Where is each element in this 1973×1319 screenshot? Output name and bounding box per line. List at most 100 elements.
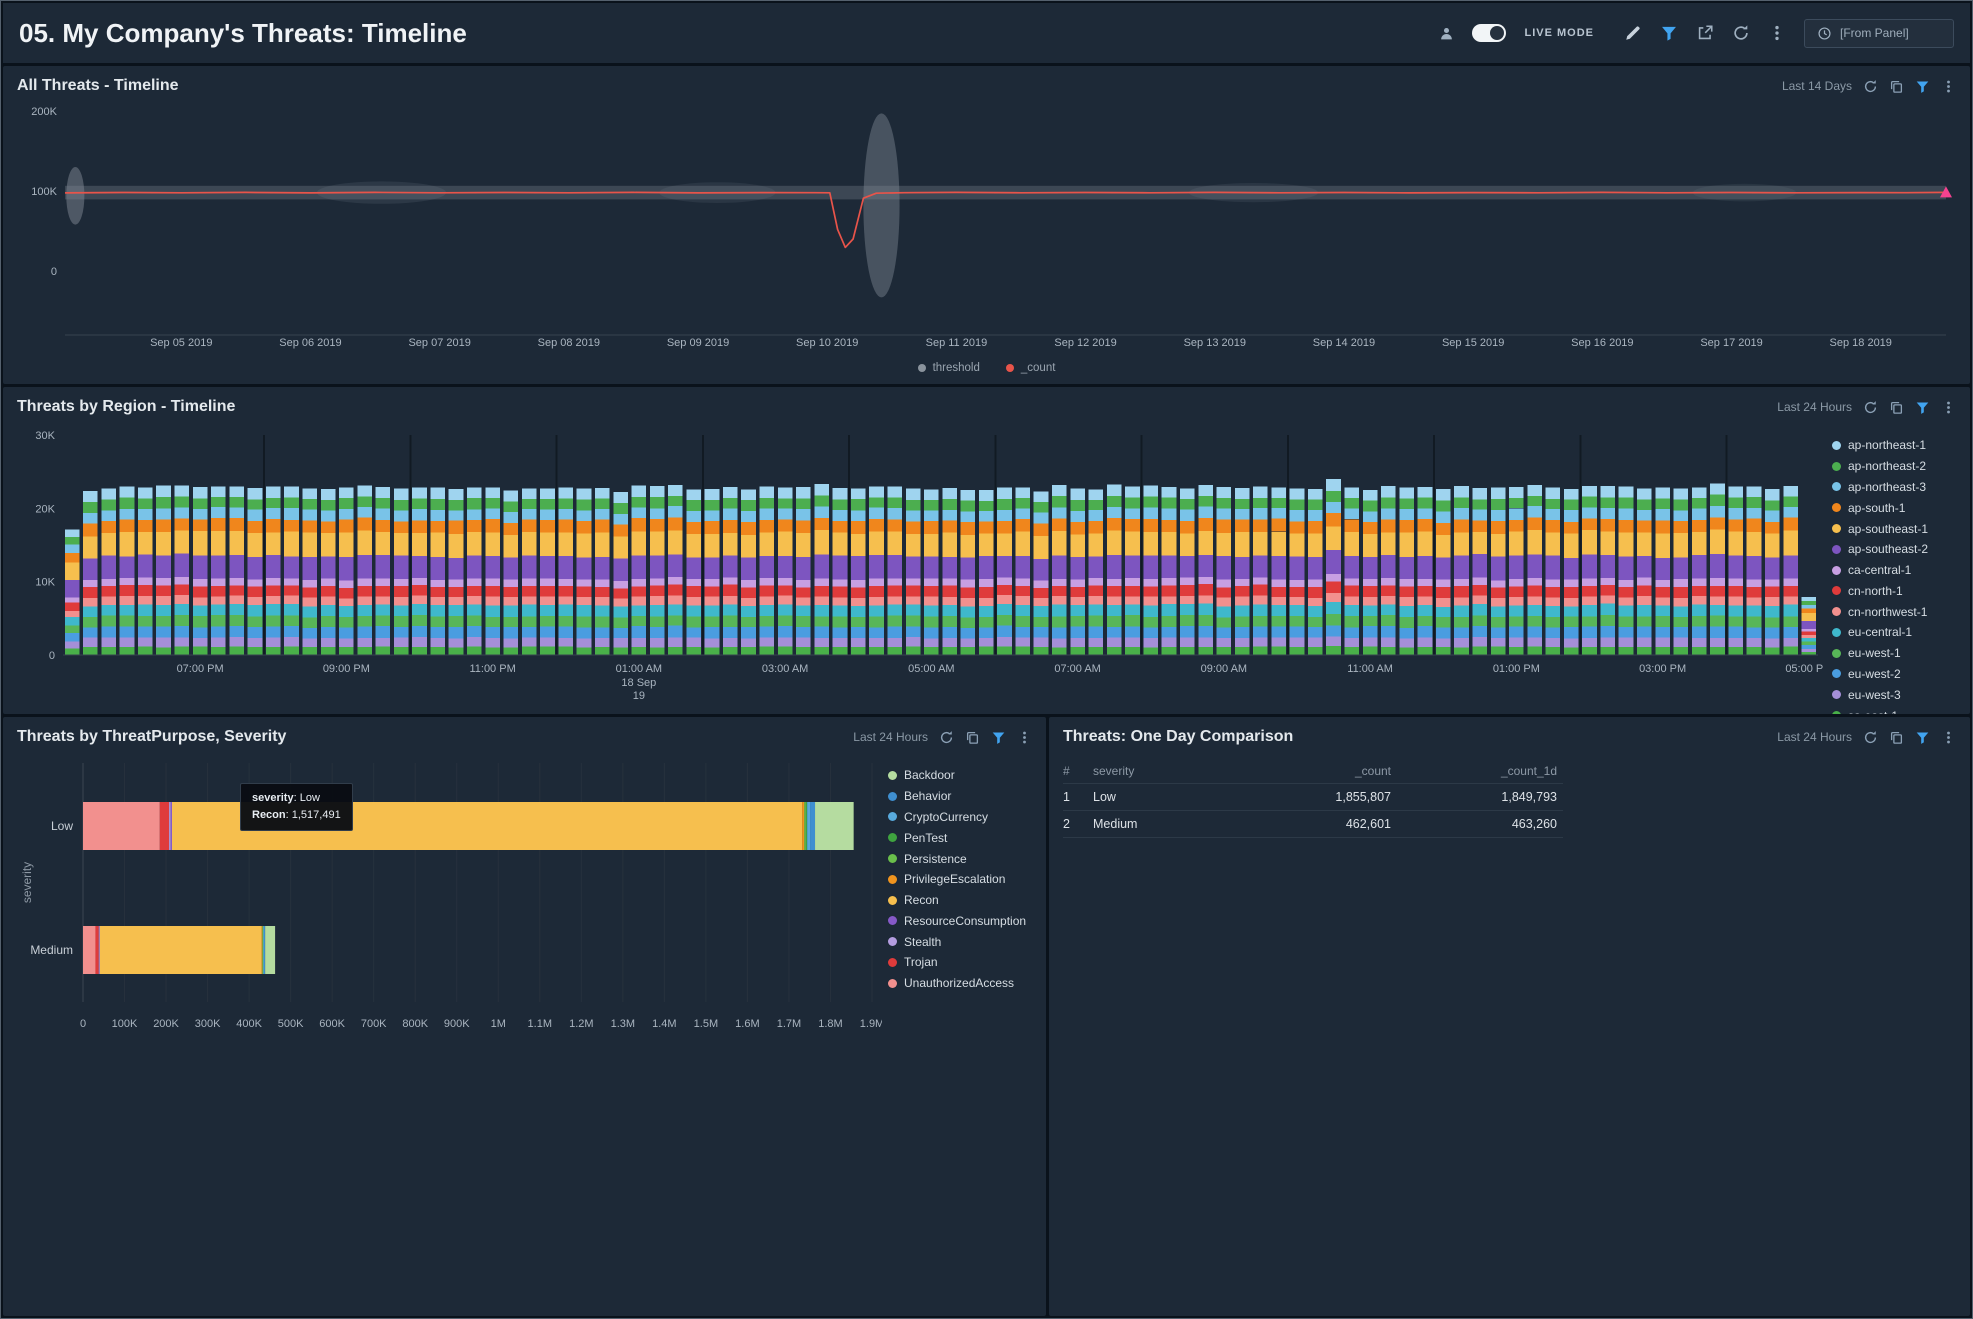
svg-text:300K: 300K [195, 1018, 221, 1030]
legend-item[interactable]: Persistence [888, 848, 1034, 869]
legend-item[interactable]: cn-north-1 [1832, 580, 1958, 601]
legend-item[interactable]: Trojan [888, 952, 1034, 973]
column-header[interactable]: # [1063, 764, 1093, 778]
legend-swatch [888, 937, 897, 947]
column-header[interactable]: severity [1093, 764, 1279, 778]
legend-item[interactable]: threshold [917, 362, 980, 374]
chart-wrap: 0 100K 200K 300K 400K 500K 600K 700K 800K 900K 1M 1… [15, 757, 882, 1035]
legend-item[interactable]: ap-southeast-1 [1832, 518, 1958, 539]
refresh-icon[interactable] [1863, 400, 1878, 415]
svg-text:Sep 11 2019: Sep 11 2019 [926, 337, 988, 349]
legend-label: ap-northeast-2 [1848, 459, 1927, 474]
svg-text:Sep 06 2019: Sep 06 2019 [279, 337, 341, 349]
svg-text:Sep 09 2019: Sep 09 2019 [667, 337, 729, 349]
legend-item[interactable]: eu-west-3 [1832, 684, 1958, 705]
all-threats-line-chart[interactable]: 0 100K 200K Sep 05 2019 Sep 06 2019 Sep 07 20… [13, 106, 1960, 356]
copy-icon[interactable] [965, 730, 980, 745]
svg-text:30K: 30K [35, 430, 55, 442]
legend-item[interactable]: ResourceConsumption [888, 910, 1034, 931]
clock-icon [1817, 26, 1832, 41]
legend-label: Backdoor [904, 768, 955, 783]
svg-text:Low: Low [51, 819, 73, 833]
copy-icon[interactable] [1889, 79, 1904, 94]
table-row[interactable]: 1 Low 1,855,807 1,849,793 [1063, 784, 1563, 811]
svg-text:Sep 14 2019: Sep 14 2019 [1313, 337, 1375, 349]
refresh-icon[interactable] [1732, 24, 1750, 42]
panel-time-range[interactable]: Last 24 Hours [1777, 400, 1852, 414]
column-header[interactable]: _count_1d [1391, 764, 1557, 778]
live-mode-label: LIVE MODE [1524, 27, 1594, 39]
legend-label: UnauthorizedAccess [904, 976, 1015, 991]
live-mode-toggle[interactable] [1472, 24, 1507, 42]
table-row[interactable]: 2 Medium 462,601 463,260 [1063, 811, 1563, 838]
chart-legend: threshold _count [13, 356, 1960, 380]
legend-item[interactable]: Recon [888, 890, 1034, 911]
copy-icon[interactable] [1889, 730, 1904, 745]
legend-swatch [1832, 648, 1841, 658]
legend-item[interactable]: cn-northwest-1 [1832, 601, 1958, 622]
refresh-icon[interactable] [1863, 79, 1878, 94]
svg-text:Sep 13 2019: Sep 13 2019 [1184, 337, 1246, 349]
panel-time-range[interactable]: Last 14 Days [1782, 79, 1852, 93]
kebab-menu-icon[interactable] [1017, 730, 1032, 745]
share-icon[interactable] [1696, 24, 1714, 42]
kebab-menu-icon[interactable] [1941, 79, 1956, 94]
filter-icon[interactable] [1915, 400, 1930, 415]
filter-icon[interactable] [1660, 24, 1678, 42]
region-stacked-bar-chart[interactable]: 0 10K 20K 30K 07:00 PM 09:00 PM 11:00 PM 01:00 … [15, 427, 1824, 712]
chart-area: 0 10K 20K 30K 07:00 PM 09:00 PM 11:00 PM 01:00 … [3, 427, 1970, 714]
filter-icon[interactable] [991, 730, 1006, 745]
svg-text:900K: 900K [444, 1018, 470, 1030]
panel-title: Threats by Region - Timeline [17, 398, 236, 415]
refresh-icon[interactable] [939, 730, 954, 745]
panel-title: Threats: One Day Comparison [1063, 728, 1294, 745]
legend-item[interactable]: PenTest [888, 827, 1034, 848]
kebab-menu-icon[interactable] [1941, 730, 1956, 745]
table-cell: 462,601 [1345, 817, 1391, 831]
legend-item[interactable]: UnauthorizedAccess [888, 973, 1034, 994]
legend-item[interactable]: CryptoCurrency [888, 807, 1034, 828]
svg-text:100K: 100K [112, 1018, 138, 1030]
legend-item[interactable]: eu-west-2 [1832, 664, 1958, 685]
filter-icon[interactable] [1915, 79, 1930, 94]
legend-swatch [1832, 524, 1841, 534]
kebab-menu-icon[interactable] [1768, 24, 1786, 42]
legend-item[interactable]: Behavior [888, 786, 1034, 807]
legend-item[interactable]: eu-central-1 [1832, 622, 1958, 643]
panel-controls: Last 24 Hours [1777, 400, 1956, 415]
legend-item[interactable]: ap-southeast-2 [1832, 539, 1958, 560]
legend-item[interactable]: ap-south-1 [1832, 497, 1958, 518]
copy-icon[interactable] [1889, 400, 1904, 415]
legend-item[interactable]: sa-east-1 [1832, 705, 1958, 714]
svg-text:1.8M: 1.8M [818, 1018, 842, 1030]
chart-legend: ap-northeast-1 ap-northeast-2 ap-northeast… [1824, 427, 1958, 714]
legend-swatch [1832, 607, 1841, 617]
kebab-menu-icon[interactable] [1941, 400, 1956, 415]
legend-item[interactable]: ap-northeast-2 [1832, 456, 1958, 477]
legend-item[interactable]: PrivilegeEscalation [888, 869, 1034, 890]
legend-label: Persistence [904, 851, 967, 866]
svg-text:700K: 700K [361, 1018, 387, 1030]
legend-item[interactable]: ap-northeast-1 [1832, 435, 1958, 456]
svg-text:1.7M: 1.7M [777, 1018, 801, 1030]
legend-item[interactable]: Stealth [888, 931, 1034, 952]
legend-item[interactable]: _count [1005, 362, 1055, 374]
svg-text:400K: 400K [236, 1018, 262, 1030]
svg-text:1.3M: 1.3M [611, 1018, 635, 1030]
column-header[interactable]: _count [1279, 764, 1391, 778]
legend-swatch [888, 854, 897, 864]
severity-stacked-bar-chart[interactable]: 0 100K 200K 300K 400K 500K 600K 700K 800K 900K 1M 1… [15, 757, 882, 1035]
edit-pencil-icon[interactable] [1624, 24, 1642, 42]
filter-icon[interactable] [1915, 730, 1930, 745]
time-range-selector[interactable]: [From Panel] [1804, 18, 1954, 48]
legend-item[interactable]: Backdoor [888, 765, 1034, 786]
panel-time-range[interactable]: Last 24 Hours [1777, 730, 1852, 744]
svg-text:11:00 PM: 11:00 PM [469, 663, 515, 675]
svg-text:Sep 16 2019: Sep 16 2019 [1571, 337, 1633, 349]
panel-time-range[interactable]: Last 24 Hours [853, 730, 928, 744]
legend-item[interactable]: ap-northeast-3 [1832, 477, 1958, 498]
refresh-icon[interactable] [1863, 730, 1878, 745]
legend-item[interactable]: eu-west-1 [1832, 643, 1958, 664]
legend-item[interactable]: ca-central-1 [1832, 560, 1958, 581]
svg-text:10K: 10K [35, 577, 55, 589]
